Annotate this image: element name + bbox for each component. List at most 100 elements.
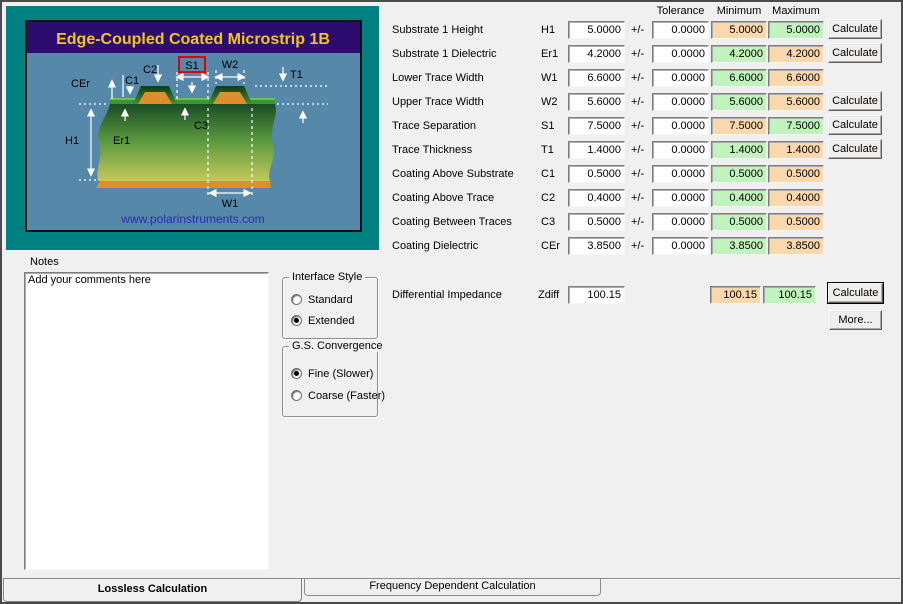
radio-coarse-label: Coarse (Faster) xyxy=(308,390,385,402)
radio-fine-slower[interactable]: Fine (Slower) xyxy=(291,367,373,380)
radio-coarse-faster[interactable]: Coarse (Faster) xyxy=(291,389,385,402)
param-row-s1: Trace Separation S1 +/- 7.5000 7.5000 Ca… xyxy=(2,117,903,135)
param-symbol: T1 xyxy=(541,141,554,159)
param-max-cell: 0.5000 xyxy=(768,213,824,231)
param-tolerance-input[interactable] xyxy=(652,165,709,183)
param-value-input[interactable] xyxy=(568,213,625,231)
param-row-w1: Lower Trace Width W1 +/- 6.6000 6.6000 xyxy=(2,69,903,87)
zdiff-calculate-button[interactable]: Calculate xyxy=(828,283,883,303)
plus-minus-label: +/- xyxy=(631,69,644,87)
notes-textarea[interactable] xyxy=(24,272,269,570)
param-tolerance-input[interactable] xyxy=(652,189,709,207)
param-min-cell: 6.6000 xyxy=(711,69,767,87)
param-max-cell: 5.6000 xyxy=(768,93,824,111)
param-value-input[interactable] xyxy=(568,117,625,135)
param-symbol: H1 xyxy=(541,21,555,39)
param-max-cell: 0.4000 xyxy=(768,189,824,207)
param-label: Substrate 1 Dielectric xyxy=(392,45,497,63)
more-button[interactable]: More... xyxy=(829,310,882,330)
param-tolerance-input[interactable] xyxy=(652,213,709,231)
param-value-input[interactable] xyxy=(568,237,625,255)
plus-minus-label: +/- xyxy=(631,189,644,207)
plus-minus-label: +/- xyxy=(631,21,644,39)
param-value-input[interactable] xyxy=(568,141,625,159)
param-max-cell: 7.5000 xyxy=(768,117,824,135)
param-label: Upper Trace Width xyxy=(392,93,484,111)
plus-minus-label: +/- xyxy=(631,165,644,183)
radio-extended-circle[interactable] xyxy=(291,315,302,326)
param-label: Trace Thickness xyxy=(392,141,472,159)
param-symbol: C1 xyxy=(541,165,555,183)
radio-extended-label: Extended xyxy=(308,315,354,327)
column-header-tolerance: Tolerance xyxy=(650,5,711,18)
param-tolerance-input[interactable] xyxy=(652,21,709,39)
param-calculate-button[interactable]: Calculate xyxy=(828,19,882,39)
radio-fine-label: Fine (Slower) xyxy=(308,368,373,380)
param-row-w2: Upper Trace Width W2 +/- 5.6000 5.6000 C… xyxy=(2,93,903,111)
param-min-cell: 3.8500 xyxy=(711,237,767,255)
param-value-input[interactable] xyxy=(568,21,625,39)
param-max-cell: 4.2000 xyxy=(768,45,824,63)
param-min-cell: 5.6000 xyxy=(711,93,767,111)
param-value-input[interactable] xyxy=(568,45,625,63)
interface-style-group: Interface Style Standard Extended xyxy=(282,277,378,339)
param-row-c1: Coating Above Substrate C1 +/- 0.5000 0.… xyxy=(2,165,903,183)
param-tolerance-input[interactable] xyxy=(652,141,709,159)
param-row-c3: Coating Between Traces C3 +/- 0.5000 0.5… xyxy=(2,213,903,231)
radio-coarse-circle[interactable] xyxy=(291,390,302,401)
tab-frequency-dependent-calculation[interactable]: Frequency Dependent Calculation xyxy=(304,579,601,596)
radio-standard-label: Standard xyxy=(308,294,353,306)
param-min-cell: 5.0000 xyxy=(711,21,767,39)
param-symbol: CEr xyxy=(541,237,560,255)
param-label: Coating Between Traces xyxy=(392,213,512,231)
param-tolerance-input[interactable] xyxy=(652,69,709,87)
plus-minus-label: +/- xyxy=(631,213,644,231)
plus-minus-label: +/- xyxy=(631,93,644,111)
param-tolerance-input[interactable] xyxy=(652,45,709,63)
zdiff-label: Differential Impedance xyxy=(392,286,502,304)
param-label: Coating Above Substrate xyxy=(392,165,514,183)
radio-standard[interactable]: Standard xyxy=(291,293,353,306)
radio-standard-circle[interactable] xyxy=(291,294,302,305)
radio-fine-circle[interactable] xyxy=(291,368,302,379)
param-value-input[interactable] xyxy=(568,189,625,207)
param-max-cell: 5.0000 xyxy=(768,21,824,39)
param-min-cell: 0.5000 xyxy=(711,213,767,231)
param-symbol: W1 xyxy=(541,69,558,87)
param-value-input[interactable] xyxy=(568,93,625,111)
param-min-cell: 0.4000 xyxy=(711,189,767,207)
param-min-cell: 7.5000 xyxy=(711,117,767,135)
param-label: Coating Above Trace xyxy=(392,189,494,207)
zdiff-value-input[interactable] xyxy=(568,286,625,304)
plus-minus-label: +/- xyxy=(631,45,644,63)
param-label: Trace Separation xyxy=(392,117,476,135)
param-tolerance-input[interactable] xyxy=(652,93,709,111)
column-header-maximum: Maximum xyxy=(766,5,826,18)
param-min-cell: 1.4000 xyxy=(711,141,767,159)
param-max-cell: 3.8500 xyxy=(768,237,824,255)
zdiff-symbol: Zdiff xyxy=(538,286,559,304)
param-max-cell: 0.5000 xyxy=(768,165,824,183)
plus-minus-label: +/- xyxy=(631,117,644,135)
param-max-cell: 1.4000 xyxy=(768,141,824,159)
param-calculate-button[interactable]: Calculate xyxy=(828,139,882,159)
zdiff-min-cell: 100.15 xyxy=(710,286,761,304)
param-value-input[interactable] xyxy=(568,69,625,87)
param-symbol: Er1 xyxy=(541,45,558,63)
param-tolerance-input[interactable] xyxy=(652,117,709,135)
plus-minus-label: +/- xyxy=(631,141,644,159)
param-label: Substrate 1 Height xyxy=(392,21,483,39)
param-symbol: C3 xyxy=(541,213,555,231)
param-calculate-button[interactable]: Calculate xyxy=(828,115,882,135)
param-tolerance-input[interactable] xyxy=(652,237,709,255)
param-row-er1: Substrate 1 Dielectric Er1 +/- 4.2000 4.… xyxy=(2,45,903,63)
radio-extended[interactable]: Extended xyxy=(291,314,354,327)
param-value-input[interactable] xyxy=(568,165,625,183)
param-row-cer: Coating Dielectric CEr +/- 3.8500 3.8500 xyxy=(2,237,903,255)
param-symbol: C2 xyxy=(541,189,555,207)
param-calculate-button[interactable]: Calculate xyxy=(828,43,882,63)
column-header-minimum: Minimum xyxy=(709,5,769,18)
param-label: Coating Dielectric xyxy=(392,237,478,255)
param-calculate-button[interactable]: Calculate xyxy=(828,91,882,111)
tab-lossless-calculation[interactable]: Lossless Calculation xyxy=(3,579,302,602)
